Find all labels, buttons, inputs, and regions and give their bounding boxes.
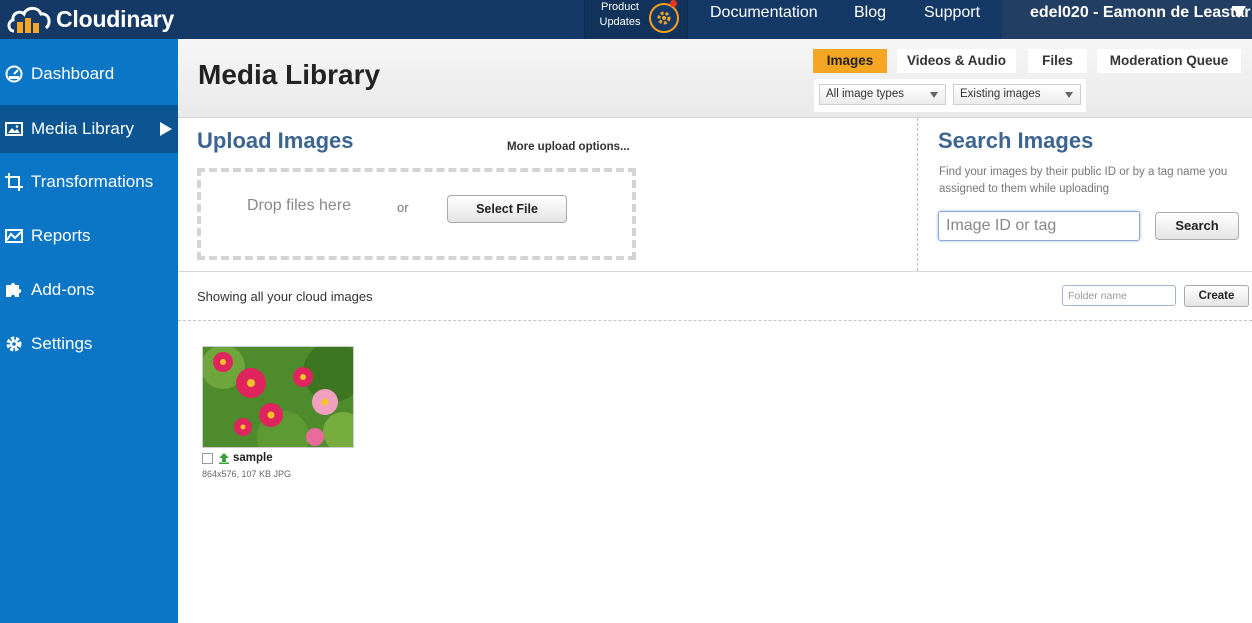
caret-down-icon [1065,92,1073,98]
sidebar-item-transformations[interactable]: Transformations [0,158,178,206]
search-description: Find your images by their public ID or b… [939,166,1228,195]
folder-name-input[interactable] [1062,285,1176,306]
image-scope-value: Existing images [960,88,1041,100]
upload-title: Upload Images [197,128,354,153]
sidebar-item-label: Dashboard [31,64,115,83]
filter-bar: All image types Existing images [814,79,1086,112]
search-input[interactable] [938,211,1140,241]
flower-photo-image [203,347,353,447]
caret-down-icon [930,92,938,98]
search-title: Search Images [938,128,1094,153]
more-upload-options-link[interactable]: More upload options... [507,141,630,153]
image-type-select[interactable]: All image types [819,84,946,105]
upload-arrow-icon [219,453,229,464]
sidebar-item-label: Add-ons [31,280,95,299]
gear-icon [5,335,23,353]
nav-blog[interactable]: Blog [854,0,886,26]
create-folder-button[interactable]: Create [1184,285,1249,307]
tab-images[interactable]: Images [813,49,887,73]
logo-wordmark: Cloudinary [56,6,175,32]
gear-badge-icon[interactable] [649,3,679,33]
sidebar-item-media-library[interactable]: Media Library [0,105,178,153]
active-arrow-icon [160,122,172,136]
page-title: Media Library [198,59,381,90]
select-file-button[interactable]: Select File [447,195,567,223]
asset-meta: 864x576, 107 KB JPG [202,469,292,479]
nav-documentation[interactable]: Documentation [710,0,818,26]
user-menu[interactable]: edel020 - Eamonn de Leastar [1002,0,1252,39]
dashboard-icon [5,65,23,83]
sidebar-item-label: Reports [31,226,91,245]
sidebar-item-label: Media Library [31,119,134,138]
divider [178,271,1252,272]
sidebar-item-reports[interactable]: Reports [0,212,178,260]
nav-support[interactable]: Support [924,0,980,26]
image-type-value: All image types [826,88,904,100]
page-header: Media Library Images Videos & Audio File… [178,39,1252,118]
section-divider [917,118,918,271]
tab-videos-audio[interactable]: Videos & Audio [897,49,1016,73]
drop-files-text: Drop files here [247,197,352,214]
tab-moderation-queue[interactable]: Moderation Queue [1097,49,1241,73]
image-icon [5,120,23,138]
tab-files[interactable]: Files [1028,49,1087,73]
search-button[interactable]: Search [1155,212,1239,240]
sidebar-item-settings[interactable]: Settings [0,320,178,368]
product-updates[interactable]: Product Updates [584,0,688,39]
showing-label: Showing all your cloud images [197,289,373,304]
sidebar-item-add-ons[interactable]: Add-ons [0,266,178,314]
asset-thumbnail[interactable] [202,346,354,448]
or-text: or [397,200,409,215]
user-name: edel020 - Eamonn de Leastar [1030,4,1251,21]
notification-dot [670,0,677,7]
product-updates-label: Product Updates [599,1,641,28]
dashed-divider [178,320,1252,321]
crop-icon [5,173,23,191]
sidebar-item-dashboard[interactable]: Dashboard [0,50,178,98]
cloud-logo-icon [7,6,51,33]
sidebar: Dashboard Media Library Transformations … [0,39,178,623]
asset-checkbox[interactable] [202,453,213,464]
asset-name[interactable]: sample [233,452,273,464]
image-scope-select[interactable]: Existing images [953,84,1081,105]
sidebar-item-label: Settings [31,334,93,353]
caret-down-icon [1232,6,1246,18]
top-bar: Cloudinary Product Updates Documentation… [0,0,1252,39]
puzzle-icon [5,281,23,299]
chart-icon [5,227,23,245]
cloudinary-logo[interactable]: Cloudinary [6,0,174,39]
sidebar-item-label: Transformations [31,172,154,191]
